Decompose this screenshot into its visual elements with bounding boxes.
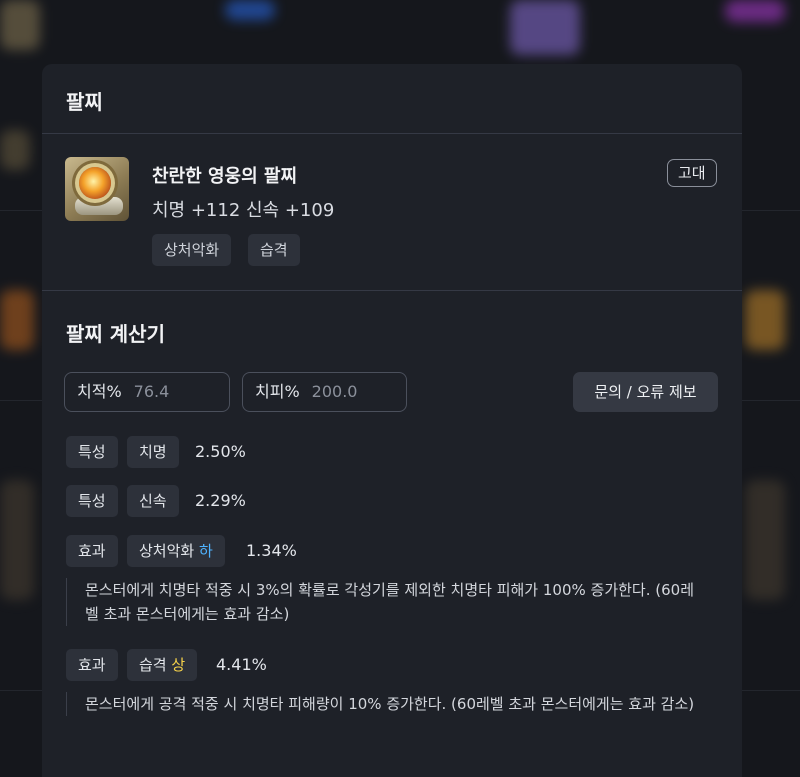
row-value: 2.29%: [195, 491, 246, 510]
header-divider: [42, 133, 742, 134]
row-type-chip: 효과: [66, 649, 118, 681]
row-value: 4.41%: [216, 655, 267, 674]
bg-item-thumb: [0, 130, 30, 170]
effect-name: 상처악화: [139, 542, 195, 560]
item-name: 찬란한 영웅의 팔찌: [152, 166, 298, 187]
crit-rate-placeholder: 76.4: [133, 382, 170, 401]
bg-magenta-badge: [725, 0, 785, 22]
row-name-chip: 상처악화 하: [127, 535, 225, 567]
row-type-chip: 특성: [66, 485, 118, 517]
row-name-chip: 신속: [127, 485, 179, 517]
item-stats: 치명 +112 신속 +109: [152, 200, 335, 221]
bg-item-thumb: [745, 480, 785, 600]
row-value: 2.50%: [195, 442, 246, 461]
bg-item-thumb: [745, 290, 785, 350]
bg-blue-badge: [225, 0, 275, 20]
crit-damage-placeholder: 200.0: [311, 382, 358, 401]
effect-tag: 습격: [248, 234, 300, 266]
crit-rate-label: 치적%: [77, 382, 122, 401]
bg-item-thumb: [0, 0, 40, 50]
bracelet-item-icon: [65, 157, 129, 221]
effect-description: 몬스터에게 공격 적중 시 치명타 피해량이 10% 증가한다. (60레벨 초…: [66, 692, 706, 716]
row-name-chip: 치명: [127, 436, 179, 468]
effect-tag: 상처악화: [152, 234, 232, 266]
calculator-title: 팔찌 계산기: [66, 322, 165, 346]
effect-grade: 상: [171, 656, 186, 674]
grade-badge: 고대: [667, 159, 717, 187]
effect-name: 습격: [139, 656, 167, 674]
effect-description: 몬스터에게 치명타 적중 시 3%의 확률로 각성기를 제외한 치명타 피해가 …: [66, 578, 706, 626]
bg-item-thumb: [0, 290, 34, 350]
modal-title: 팔찌: [66, 90, 103, 114]
section-divider: [42, 290, 742, 291]
row-type-chip: 특성: [66, 436, 118, 468]
crit-rate-input[interactable]: 치적% 76.4: [64, 372, 230, 412]
bracelet-modal: 팔찌 찬란한 영웅의 팔찌 치명 +112 신속 +109 고대 상처악화 습격…: [42, 64, 742, 777]
row-type-chip: 효과: [66, 535, 118, 567]
effect-grade: 하: [198, 542, 213, 560]
crit-damage-input[interactable]: 치피% 200.0: [242, 372, 407, 412]
bg-purple-badge: [510, 0, 580, 55]
report-button[interactable]: 문의 / 오류 제보: [573, 372, 718, 412]
row-value: 1.34%: [246, 541, 297, 560]
bg-item-thumb: [0, 480, 34, 600]
crit-damage-label: 치피%: [255, 382, 300, 401]
row-name-chip: 습격 상: [127, 649, 198, 681]
